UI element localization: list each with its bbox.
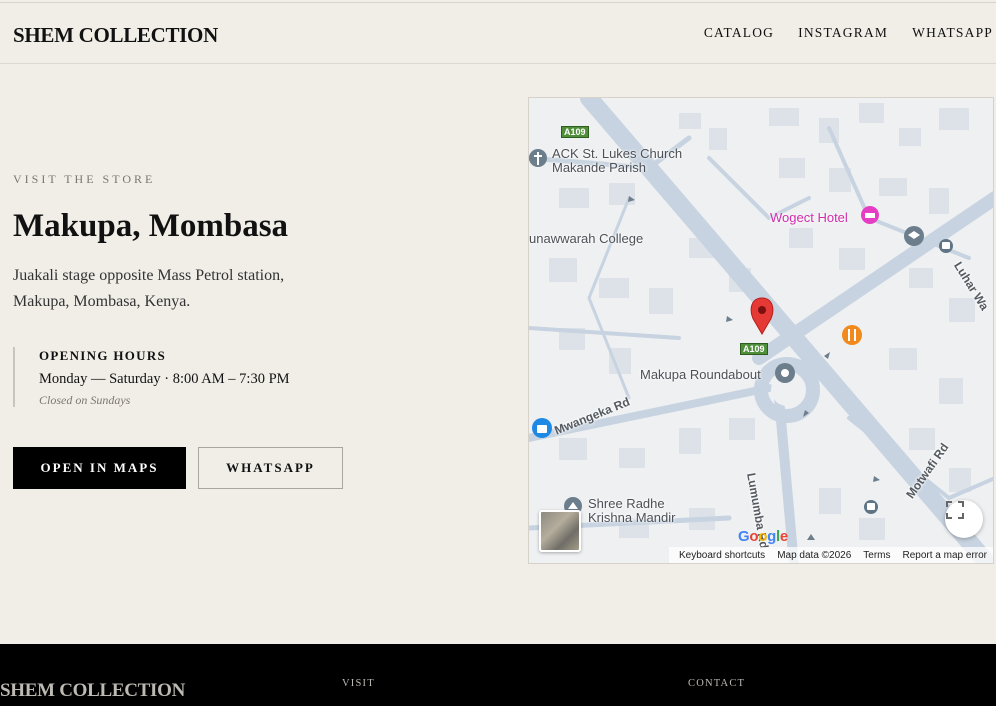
map-data-text: Map data ©2026 [777,549,852,561]
place-label-hotel[interactable]: Wogect Hotel [770,210,848,225]
section-kicker: VISIT THE STORE [13,172,156,186]
nav-instagram[interactable]: INSTAGRAM [798,25,888,41]
site-header: SHEM COLLECTION CATALOG INSTAGRAM WHATSA… [0,2,996,64]
footer-brand[interactable]: SHEM COLLECTION [0,680,185,702]
opening-hours: OPENING HOURS Monday — Saturday · 8:00 A… [13,347,290,407]
footer-contact-heading: CONTACT [688,678,746,689]
fullscreen-icon [946,501,964,519]
place-label-church-2: Makande Parish [552,160,646,175]
nav-catalog[interactable]: CATALOG [704,25,774,41]
site-footer: SHEM COLLECTION VISIT CONTACT [0,644,996,706]
main-nav: CATALOG INSTAGRAM WHATSAPP [704,25,993,41]
school-icon [904,226,924,246]
brand-logo[interactable]: SHEM COLLECTION [13,23,218,48]
terms-link[interactable]: Terms [863,550,890,561]
road-shield-a109-2: A109 [740,343,768,355]
place-label-temple-2: Krishna Mandir [588,510,676,525]
report-map-error-link[interactable]: Report a map error [903,550,987,561]
hours-note: Closed on Sundays [39,393,131,407]
place-label-college[interactable]: unawwarah College [529,231,643,246]
map-attribution: Keyboard shortcuts Map data ©2026 Terms … [669,547,993,563]
page-title: Makupa, Mombasa [13,208,289,244]
hours-title: OPENING HOURS [39,348,167,363]
store-address: Juakali stage opposite Mass Petrol stati… [13,267,285,310]
hotel-icon [861,206,879,224]
map-pin-icon[interactable] [750,297,774,335]
open-in-maps-button[interactable]: OPEN IN MAPS [13,447,186,489]
restaurant-icon [842,325,862,345]
bus-stop-icon-2 [864,500,878,514]
hours-weekdays: Monday — Saturday · 8:00 AM – 7:30 PM [39,371,290,387]
place-label-temple[interactable]: Shree Radhe [588,496,665,511]
nav-whatsapp[interactable]: WHATSAPP [912,25,993,41]
footer-visit-heading: VISIT [342,678,375,689]
bus-stop-icon [939,239,953,253]
satellite-toggle[interactable] [539,510,581,552]
road-shield-a109: A109 [561,126,589,138]
whatsapp-button[interactable]: WHATSAPP [198,447,343,489]
place-label-roundabout[interactable]: Makupa Roundabout [640,367,761,382]
roundabout-place-icon [775,363,795,383]
fullscreen-button[interactable] [945,500,983,538]
keyboard-shortcuts-link[interactable]: Keyboard shortcuts [679,550,765,561]
embedded-map[interactable]: A109 A109 ACK St. Lukes Church Makande P… [528,97,994,564]
place-label-church[interactable]: ACK St. Lukes Church [552,146,682,161]
shopping-icon [532,418,552,438]
church-icon [529,149,547,167]
google-logo: Google [738,528,788,545]
